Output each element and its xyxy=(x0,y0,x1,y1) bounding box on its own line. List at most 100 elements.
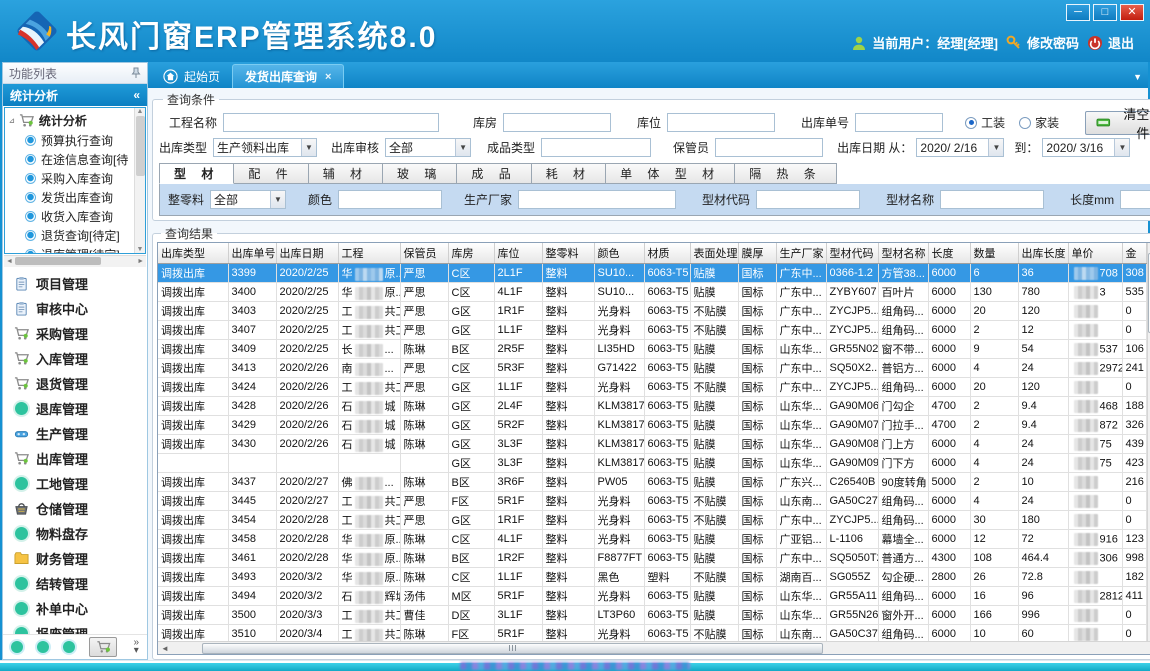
column-header-keeper[interactable]: 保管员 xyxy=(400,243,448,264)
tree-item-0[interactable]: 预算执行查询 xyxy=(9,131,134,150)
column-header-warehouse[interactable]: 库房 xyxy=(448,243,494,264)
profile-name-input[interactable] xyxy=(940,190,1044,209)
sidebar-item-6[interactable]: 生产管理 xyxy=(3,421,147,446)
column-header-no[interactable]: 出库单号 xyxy=(228,243,276,264)
column-header-project[interactable]: 工程 xyxy=(338,243,400,264)
tab-list-dropdown-icon[interactable]: ▼ xyxy=(1133,72,1142,82)
column-header-location[interactable]: 库位 xyxy=(494,243,542,264)
table-row[interactable]: 调拨出库35102020/3/4工共工程陈琳F区5R1F整料光身料6063-T5… xyxy=(158,625,1146,642)
sidebar-item-5[interactable]: 退库管理 xyxy=(3,396,147,421)
length-input[interactable] xyxy=(1120,190,1150,209)
column-header-film[interactable]: 膜厚 xyxy=(738,243,776,264)
sidebar-item-8[interactable]: 工地管理 xyxy=(3,471,147,496)
tree-item-6[interactable]: 退库管理[待定] xyxy=(9,245,134,253)
factory-input[interactable] xyxy=(518,190,676,209)
whole-part-select[interactable]: 全部▼ xyxy=(210,190,286,209)
table-row[interactable]: 调拨出库34582020/2/28华原...陈琳C区4L1F整料光身料6063-… xyxy=(158,530,1146,549)
tree-item-4[interactable]: 收货入库查询 xyxy=(9,207,134,226)
color-input[interactable] xyxy=(338,190,442,209)
warehouse-input[interactable] xyxy=(503,113,611,132)
sidebar-item-13[interactable]: 补单中心 xyxy=(3,596,147,621)
column-header-type[interactable]: 出库类型 xyxy=(158,243,228,264)
column-header-qty[interactable]: 数量 xyxy=(970,243,1018,264)
tree-item-1[interactable]: 在途信息查询[待 xyxy=(9,150,134,169)
table-row[interactable]: 调拨出库34282020/2/26石城陈琳G区2L4F整料KLM38176063… xyxy=(158,397,1146,416)
logout-button[interactable]: 退出 xyxy=(1087,33,1134,52)
grid-horizontal-scrollbar[interactable]: ◄ ► xyxy=(158,641,1150,654)
tree-horizontal-scrollbar[interactable]: ◄ ► xyxy=(4,255,146,267)
material-tab-3[interactable]: 玻 璃 xyxy=(383,163,457,184)
tree-root-statistics[interactable]: ⊿统计分析 xyxy=(9,111,134,131)
tree-item-5[interactable]: 退货查询[待定] xyxy=(9,226,134,245)
column-header-outlen[interactable]: 出库长度 xyxy=(1018,243,1068,264)
tree-item-3[interactable]: 发货出库查询 xyxy=(9,188,134,207)
material-tab-1[interactable]: 配 件 xyxy=(234,163,308,184)
close-button[interactable]: ✕ xyxy=(1120,4,1144,21)
table-row[interactable]: 调拨出库34612020/2/28华原...陈琳B区1R2F整料F8877FT6… xyxy=(158,549,1146,568)
column-header-price[interactable]: 单价 xyxy=(1068,243,1122,264)
quick-dot-icon[interactable] xyxy=(37,641,49,653)
table-row[interactable]: 调拨出库34032020/2/25工共工程严思G区1R1F整料光身料6063-T… xyxy=(158,302,1146,321)
column-header-color[interactable]: 颜色 xyxy=(594,243,644,264)
table-row[interactable]: G区3L3F整料KLM38176063-T5贴膜国标山东华...GA90M09.… xyxy=(158,454,1146,473)
sidebar-item-3[interactable]: 入库管理 xyxy=(3,346,147,371)
column-header-code[interactable]: 型材代码 xyxy=(826,243,878,264)
material-tab-6[interactable]: 单 体 型 材 xyxy=(606,163,735,184)
sidebar-item-0[interactable]: 项目管理 xyxy=(3,271,147,296)
column-header-surface[interactable]: 表面处理 xyxy=(690,243,738,264)
pin-icon[interactable] xyxy=(131,67,141,79)
column-header-amount[interactable]: 金 xyxy=(1122,243,1146,264)
sidebar-item-12[interactable]: 结转管理 xyxy=(3,571,147,596)
table-row[interactable]: 调拨出库34452020/2/27工共工程严思F区5R1F整料光身料6063-T… xyxy=(158,492,1146,511)
material-tab-7[interactable]: 隔 热 条 xyxy=(735,163,837,184)
table-row[interactable]: 调拨出库33992020/2/25华原...严思C区2L1F整料SU10...6… xyxy=(158,264,1146,283)
column-header-length[interactable]: 长度 xyxy=(928,243,970,264)
sidebar-item-11[interactable]: 财务管理 xyxy=(3,546,147,571)
date-from-picker[interactable]: 2020/ 2/16▼ xyxy=(916,138,1004,157)
column-header-material[interactable]: 材质 xyxy=(644,243,690,264)
table-row[interactable]: 调拨出库34002020/2/25华原...严思C区4L1F整料SU10...6… xyxy=(158,283,1146,302)
project-name-input[interactable] xyxy=(223,113,439,132)
sidebar-item-1[interactable]: 审核中心 xyxy=(3,296,147,321)
material-tab-0[interactable]: 型 材 xyxy=(159,163,234,184)
audit-select[interactable]: 全部▼ xyxy=(385,138,471,157)
sidebar-section-header[interactable]: 统计分析 « xyxy=(3,84,147,105)
material-tab-2[interactable]: 辅 材 xyxy=(309,163,383,184)
radio-jiazhuang[interactable]: 家装 xyxy=(1019,114,1059,131)
date-to-picker[interactable]: 2020/ 3/16▼ xyxy=(1042,138,1130,157)
product-type-input[interactable] xyxy=(541,138,651,157)
sidebar-item-2[interactable]: 采购管理 xyxy=(3,321,147,346)
outbound-type-select[interactable]: 生产领料出库▼ xyxy=(213,138,317,157)
tree-expander-icon[interactable]: ⊿ xyxy=(9,117,15,125)
sidebar-item-4[interactable]: 退货管理 xyxy=(3,371,147,396)
table-row[interactable]: 调拨出库34542020/2/28工共工程严思G区1R1F整料光身料6063-T… xyxy=(158,511,1146,530)
keeper-input[interactable] xyxy=(715,138,823,157)
table-row[interactable]: 调拨出库34292020/2/26石城陈琳G区5R2F整料KLM38176063… xyxy=(158,416,1146,435)
radio-gongzhuang[interactable]: 工装 xyxy=(965,114,1005,131)
table-row[interactable]: 调拨出库34092020/2/25长...陈琳B区2R5F整料LI35HD606… xyxy=(158,340,1146,359)
column-header-date[interactable]: 出库日期 xyxy=(276,243,338,264)
table-row[interactable]: 调拨出库34302020/2/26石城陈琳G区3L3F整料KLM38176063… xyxy=(158,435,1146,454)
quick-dot-icon[interactable] xyxy=(63,641,75,653)
table-row[interactable]: 调拨出库34132020/2/26南...严思C区5R3F整料G71422606… xyxy=(158,359,1146,378)
material-tab-4[interactable]: 成 品 xyxy=(457,163,531,184)
table-row[interactable]: 调拨出库34372020/2/27佛...陈琳B区3R6F整料PW056063-… xyxy=(158,473,1146,492)
table-row[interactable]: 调拨出库34932020/3/2华原...陈琳C区1L1F整料黑色塑料不贴膜国标… xyxy=(158,568,1146,587)
minimize-button[interactable]: ─ xyxy=(1066,4,1090,21)
table-row[interactable]: 调拨出库34242020/2/26工共工程严思G区1L1F整料光身料6063-T… xyxy=(158,378,1146,397)
order-no-input[interactable] xyxy=(855,113,943,132)
maximize-button[interactable]: □ xyxy=(1093,4,1117,21)
sidebar-item-7[interactable]: 出库管理 xyxy=(3,446,147,471)
tab-0[interactable]: 起始页 xyxy=(150,64,232,88)
sidebar-item-10[interactable]: 物料盘存 xyxy=(3,521,147,546)
profile-code-input[interactable] xyxy=(756,190,860,209)
tab-1[interactable]: 发货出库查询× xyxy=(232,64,344,88)
column-header-factory[interactable]: 生产厂家 xyxy=(776,243,826,264)
cart-shortcut-button[interactable] xyxy=(89,637,117,657)
grid-vertical-scrollbar[interactable]: ▲ ▼ xyxy=(1147,243,1150,641)
more-menus-button[interactable]: »▾ xyxy=(133,639,139,655)
collapse-icon[interactable]: « xyxy=(133,88,140,102)
quick-dot-icon[interactable] xyxy=(11,641,23,653)
material-tab-5[interactable]: 耗 材 xyxy=(532,163,606,184)
sidebar-item-9[interactable]: 仓储管理 xyxy=(3,496,147,521)
